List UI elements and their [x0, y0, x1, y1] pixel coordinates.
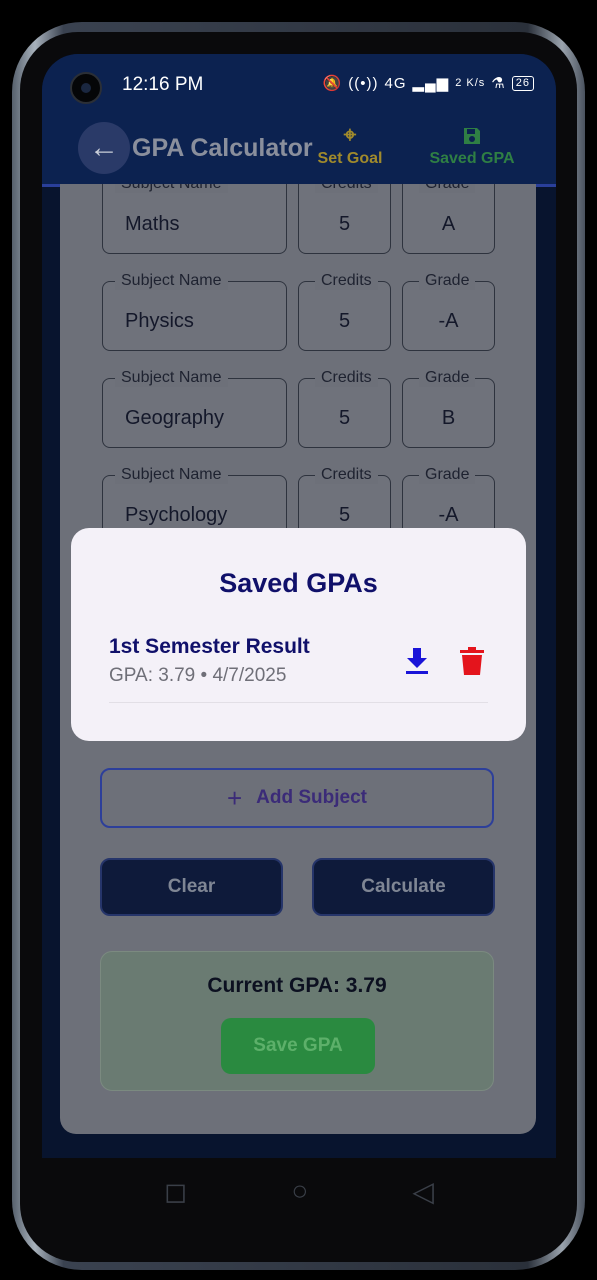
credits-field[interactable]: Credits 5 — [298, 184, 391, 254]
subject-name-field[interactable]: Subject Name Maths — [102, 184, 287, 254]
signal-icon: ▂▄▆ — [412, 75, 450, 92]
network-type: 4G — [384, 74, 407, 92]
current-gpa-text: Current GPA: 3.79 — [207, 974, 387, 997]
saved-item-meta: GPA: 3.79 • 4/7/2025 — [109, 665, 287, 686]
grade-label: Grade — [419, 466, 476, 484]
grade-field[interactable]: Grade -A — [402, 272, 495, 351]
grade-label: Grade — [419, 272, 476, 290]
grade-value: A — [441, 213, 456, 235]
grade-value: B — [441, 407, 456, 429]
data-speed: 2 K/s — [455, 77, 486, 89]
grade-label: Grade — [419, 369, 476, 387]
saved-gpa-label: Saved GPA — [429, 150, 515, 167]
result-card: Current GPA: 3.79 Save GPA — [100, 951, 494, 1091]
status-bar: 12:16 PM 🔕 ((•)) 4G ▂▄▆ 2 K/s ⚗ 26 — [42, 54, 556, 116]
saved-gpas-dialog: Saved GPAs 1st Semester Result GPA: 3.79… — [71, 528, 526, 741]
add-subject-label: Add Subject — [256, 787, 368, 808]
save-gpa-button[interactable]: Save GPA — [221, 1018, 375, 1074]
credits-label: Credits — [315, 369, 378, 387]
dialog-title: Saved GPAs — [219, 568, 378, 598]
app-title: GPA Calculator — [132, 134, 313, 162]
subject-name-field[interactable]: Subject Name Physics — [102, 272, 287, 351]
dialog-divider — [109, 702, 488, 703]
subject-name-label: Subject Name — [115, 466, 228, 484]
set-goal-button[interactable]: ⌖ Set Goal — [314, 120, 386, 168]
calculate-button[interactable]: Calculate — [312, 858, 495, 916]
saved-gpa-button[interactable]: Saved GPA — [422, 120, 522, 168]
credits-value: 5 — [338, 504, 351, 526]
trash-icon — [460, 647, 484, 675]
subject-name-label: Subject Name — [115, 272, 228, 290]
recents-icon[interactable]: ◻ — [164, 1175, 187, 1208]
credits-label: Credits — [315, 272, 378, 290]
subject-name-field[interactable]: Subject Name Geography — [102, 369, 287, 448]
arrow-left-icon: ← — [89, 131, 119, 164]
download-icon — [406, 648, 428, 674]
system-nav-bar: ◻ ○ ◁ — [42, 1158, 556, 1224]
back-nav-icon[interactable]: ◁ — [412, 1175, 434, 1208]
add-subject-button[interactable]: + Add Subject — [100, 768, 494, 828]
clear-button[interactable]: Clear — [100, 858, 283, 916]
home-icon[interactable]: ○ — [291, 1175, 308, 1207]
credits-field[interactable]: Credits 5 — [298, 369, 391, 448]
app-bar: ← GPA Calculator ⌖ Set Goal Saved GPA — [42, 116, 556, 187]
subject-name-value: Geography — [125, 407, 224, 429]
download-button[interactable] — [404, 646, 430, 676]
status-time: 12:16 PM — [122, 74, 204, 95]
flask-icon: ⚗ — [491, 75, 506, 92]
credits-label: Credits — [315, 184, 378, 193]
set-goal-label: Set Goal — [317, 150, 383, 167]
hotspot-icon: ((•)) — [348, 74, 379, 92]
delete-button[interactable] — [459, 646, 485, 676]
subject-name-value: Maths — [125, 213, 180, 235]
credits-value: 5 — [338, 407, 351, 429]
floppy-disk-icon — [422, 120, 522, 150]
grade-field[interactable]: Grade A — [402, 184, 495, 254]
credits-value: 5 — [338, 310, 351, 332]
front-camera — [70, 72, 102, 104]
credits-field[interactable]: Credits 5 — [298, 272, 391, 351]
subject-name-value: Physics — [125, 310, 194, 332]
battery-icon: 26 — [511, 75, 534, 91]
credits-value: 5 — [338, 213, 351, 235]
crosshair-icon: ⌖ — [343, 122, 357, 147]
grade-value: -A — [438, 504, 459, 526]
subject-name-label: Subject Name — [115, 369, 228, 387]
credits-label: Credits — [315, 466, 378, 484]
grade-value: -A — [438, 310, 459, 332]
saved-item-name: 1st Semester Result — [109, 635, 310, 658]
grade-label: Grade — [419, 184, 476, 193]
mute-bell-icon: 🔕 — [322, 75, 343, 92]
plus-icon: + — [226, 782, 243, 813]
subject-name-label: Subject Name — [115, 184, 228, 193]
subject-name-value: Psychology — [125, 504, 228, 526]
status-icons: 🔕 ((•)) 4G ▂▄▆ 2 K/s ⚗ 26 — [323, 74, 534, 92]
back-button[interactable]: ← — [78, 122, 130, 174]
grade-field[interactable]: Grade B — [402, 369, 495, 448]
